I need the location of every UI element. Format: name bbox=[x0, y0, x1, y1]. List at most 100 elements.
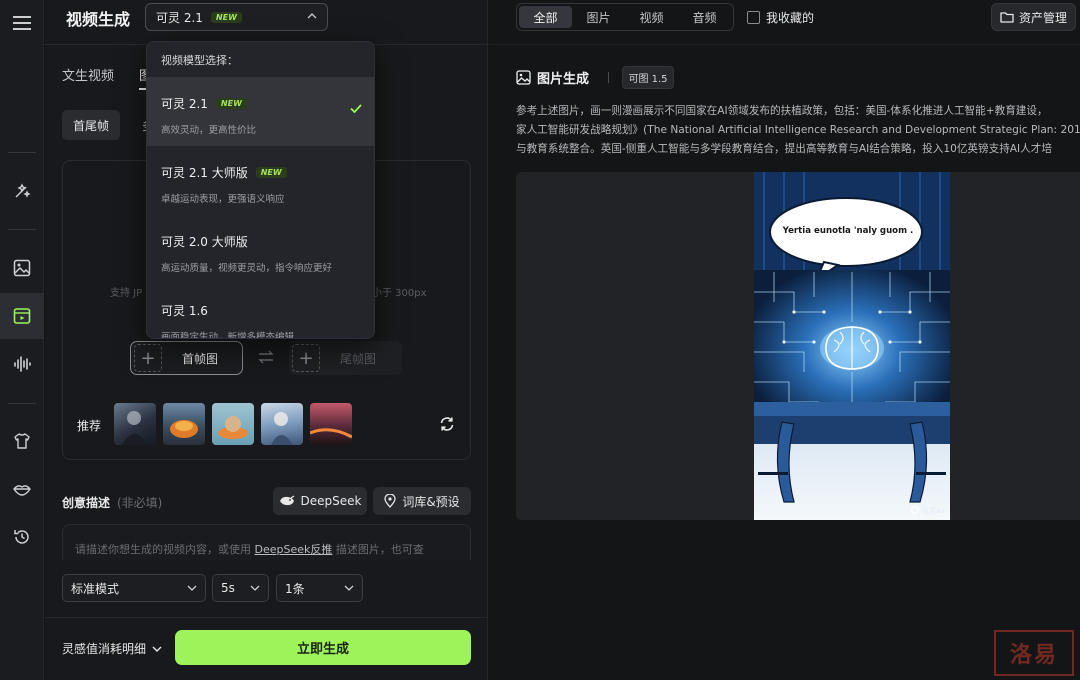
filter-audio[interactable]: 音频 bbox=[678, 6, 731, 28]
history-icon[interactable] bbox=[0, 514, 44, 560]
rail-divider bbox=[8, 229, 36, 230]
plus-icon: + bbox=[292, 344, 320, 372]
chevron-up-icon bbox=[307, 13, 317, 19]
model-option-2-0-master[interactable]: 可灵 2.0 大师版 高运动质量，视频更灵动，指令响应更好 bbox=[147, 215, 374, 284]
upload-hint-right: 小于 300px bbox=[372, 288, 427, 299]
model-option-desc: 高运动质量，视频更灵动，指令响应更好 bbox=[161, 263, 333, 274]
recommend-thumb[interactable] bbox=[163, 403, 205, 445]
deepseek-reverse-link[interactable]: DeepSeek反推 bbox=[255, 543, 333, 556]
cost-detail-button[interactable]: 灵感值消耗明细 bbox=[62, 640, 162, 657]
title-divider bbox=[608, 72, 609, 83]
model-dropdown: 视频模型选择： 可灵 2.1 NEW 高效灵动，更高性价比 可灵 2.1 大师版 N… bbox=[146, 41, 375, 339]
mode-select-value: 标准模式 bbox=[71, 581, 120, 596]
mode-first-last-frame[interactable]: 首尾帧 bbox=[62, 110, 120, 140]
model-option-desc: 高效灵动，更高性价比 bbox=[161, 125, 257, 136]
rail-divider bbox=[8, 403, 36, 404]
favorites-label: 我收藏的 bbox=[766, 11, 815, 25]
checkbox[interactable] bbox=[747, 11, 760, 24]
plus-icon: + bbox=[134, 344, 162, 372]
last-frame-label: 尾帧图 bbox=[340, 351, 377, 366]
model-option-name: 可灵 2.1 大师版 bbox=[161, 166, 248, 180]
new-badge: NEW bbox=[210, 11, 242, 23]
chevron-down-icon bbox=[187, 585, 197, 591]
filter-segmented: 全部 图片 视频 音频 bbox=[516, 3, 734, 31]
generate-button[interactable]: 立即生成 bbox=[175, 630, 471, 665]
recommend-thumb[interactable] bbox=[212, 403, 254, 445]
filter-all[interactable]: 全部 bbox=[519, 6, 572, 28]
pin-icon bbox=[384, 494, 396, 508]
check-icon bbox=[350, 104, 362, 113]
prompt-line: 参考上述图片，画一则漫画展示不同国家在AI领域发布的扶植政策，包括：美国-体系化… bbox=[516, 105, 1048, 117]
first-frame-button[interactable]: + 首帧图 bbox=[130, 341, 243, 375]
section-title-label: 图片生成 bbox=[537, 72, 590, 87]
cost-detail-label: 灵感值消耗明细 bbox=[62, 642, 147, 656]
left-rail bbox=[0, 0, 44, 680]
model-select[interactable]: 可灵 2.1 NEW bbox=[145, 3, 328, 31]
asset-manage-label: 资产管理 bbox=[1018, 10, 1067, 25]
model-option-name: 可灵 2.0 大师版 bbox=[161, 235, 248, 249]
chevron-down-icon bbox=[250, 585, 260, 591]
preset-button[interactable]: 词库&预设 bbox=[373, 487, 471, 515]
duration-select[interactable]: 5s bbox=[212, 574, 269, 602]
page-title: 视频生成 bbox=[66, 10, 131, 29]
chevron-down-icon bbox=[152, 646, 162, 652]
audio-wave-icon[interactable] bbox=[0, 341, 44, 387]
dropdown-heading: 视频模型选择： bbox=[161, 54, 238, 67]
right-header-divider bbox=[489, 44, 1080, 45]
upload-hint-left: 支持 JP bbox=[110, 288, 143, 299]
duration-select-value: 5s bbox=[221, 581, 235, 595]
favorites-toggle[interactable]: 我收藏的 bbox=[747, 9, 814, 26]
lips-icon[interactable] bbox=[0, 466, 44, 512]
stamp-text: 洛易 bbox=[1009, 643, 1058, 668]
shirt-icon[interactable] bbox=[0, 418, 44, 464]
new-badge: NEW bbox=[215, 98, 247, 109]
image-watermark: 可灵AI bbox=[922, 507, 945, 515]
chevron-down-icon bbox=[344, 585, 354, 591]
placeholder-prefix: 请描述你想生成的视频内容，或使用 bbox=[75, 543, 251, 556]
filter-video[interactable]: 视频 bbox=[625, 6, 678, 28]
whale-icon bbox=[279, 495, 295, 507]
tab-text-to-video[interactable]: 文生视频 bbox=[62, 65, 114, 84]
image-icon[interactable] bbox=[0, 245, 44, 291]
placeholder-suffix: 描述图片，也可查 bbox=[335, 543, 424, 556]
model-select-label: 可灵 2.1 bbox=[156, 10, 203, 25]
recommend-thumb[interactable] bbox=[261, 403, 303, 445]
folder-icon bbox=[1000, 11, 1014, 23]
prompt-line: 家人工智能研发战略规划》(The National Artificial Int… bbox=[516, 124, 1080, 136]
swap-icon[interactable] bbox=[258, 350, 274, 364]
footer-divider bbox=[45, 617, 488, 618]
count-select[interactable]: 1条 bbox=[276, 574, 363, 602]
menu-icon[interactable] bbox=[0, 0, 44, 46]
model-option-desc: 卓越运动表现，更强语义响应 bbox=[161, 194, 285, 205]
count-select-value: 1条 bbox=[285, 581, 305, 596]
model-option-desc: 画面稳定生动，新增多模态编辑 bbox=[161, 332, 295, 339]
first-frame-label: 首帧图 bbox=[182, 351, 219, 366]
model-option-2-1-master[interactable]: 可灵 2.1 大师版 NEW 卓越运动表现，更强语义响应 bbox=[147, 146, 374, 215]
creative-optional: (非必填) bbox=[117, 496, 163, 510]
creative-textarea[interactable]: 请描述你想生成的视频内容，或使用 DeepSeek反推 描述图片，也可查 bbox=[62, 524, 471, 560]
asset-manage-button[interactable]: 资产管理 bbox=[991, 3, 1076, 31]
deepseek-button[interactable]: DeepSeek bbox=[273, 487, 367, 515]
video-icon[interactable] bbox=[0, 293, 44, 339]
sparkle-icon[interactable] bbox=[0, 168, 44, 214]
recommend-thumb[interactable] bbox=[114, 403, 156, 445]
preset-label: 词库&预设 bbox=[402, 494, 460, 509]
section-title: 图片生成 bbox=[516, 68, 589, 87]
refresh-icon[interactable] bbox=[439, 416, 455, 432]
model-option-name: 可灵 1.6 bbox=[161, 304, 208, 318]
rail-divider bbox=[8, 152, 36, 153]
last-frame-button[interactable]: + 尾帧图 bbox=[289, 341, 402, 375]
deepseek-label: DeepSeek bbox=[300, 494, 362, 508]
image-bubble-text: Yertia eunotla 'naly guom . bbox=[782, 226, 914, 236]
version-badge: 可图 1.5 bbox=[622, 66, 674, 89]
model-option-2-1[interactable]: 可灵 2.1 NEW 高效灵动，更高性价比 bbox=[147, 77, 374, 146]
creative-label: 创意描述 bbox=[62, 496, 111, 510]
generated-image[interactable] bbox=[754, 172, 950, 520]
mode-select[interactable]: 标准模式 bbox=[62, 574, 206, 602]
model-option-1-6[interactable]: 可灵 1.6 画面稳定生动，新增多模态编辑 bbox=[147, 284, 374, 339]
image-icon bbox=[516, 70, 531, 85]
recommend-label: 推荐 bbox=[77, 419, 102, 433]
new-badge: NEW bbox=[255, 167, 287, 178]
recommend-thumb[interactable] bbox=[310, 403, 352, 445]
filter-image[interactable]: 图片 bbox=[572, 6, 625, 28]
